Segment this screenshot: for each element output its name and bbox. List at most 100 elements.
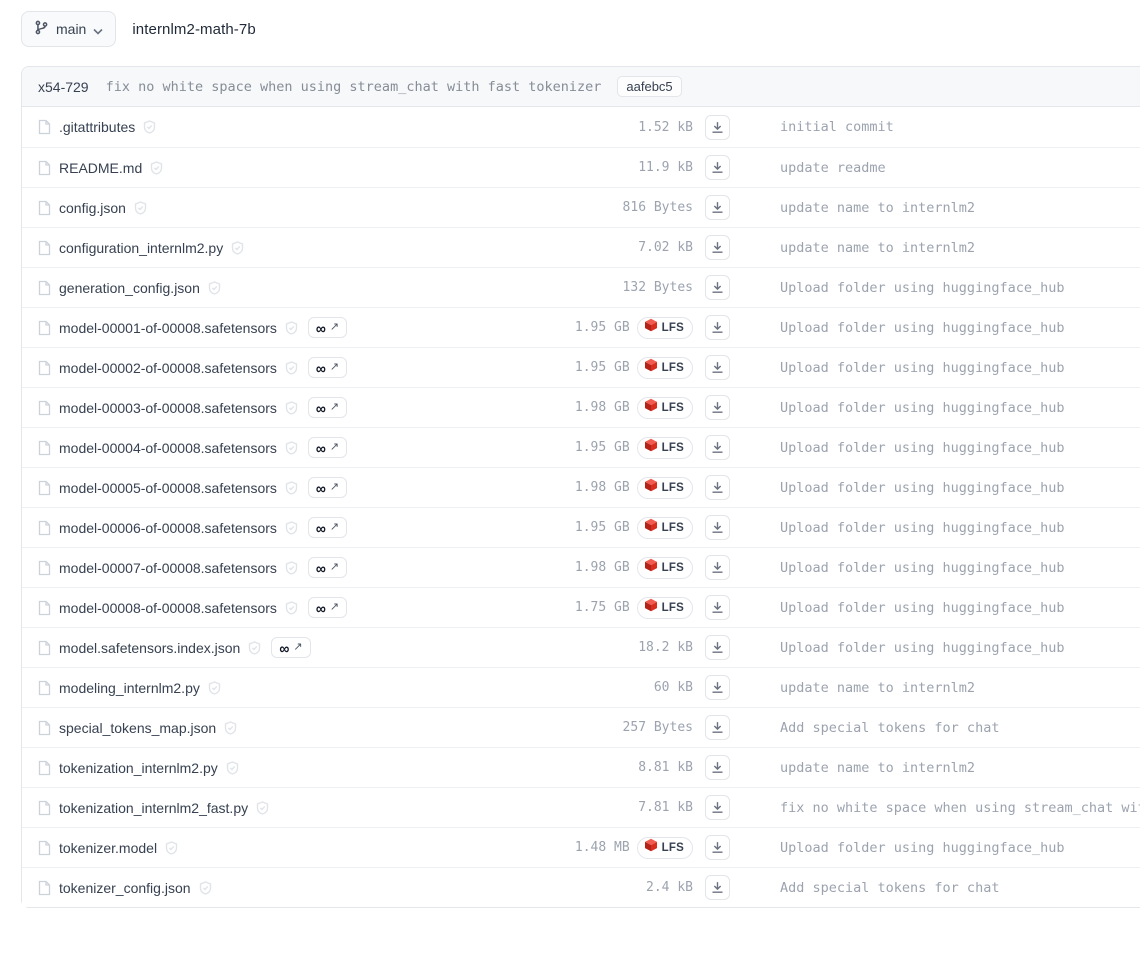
download-button[interactable] xyxy=(705,795,730,820)
shield-check-icon[interactable] xyxy=(226,761,239,775)
shield-check-icon[interactable] xyxy=(285,481,298,495)
download-button[interactable] xyxy=(705,195,730,220)
shield-check-icon[interactable] xyxy=(285,321,298,335)
download-button[interactable] xyxy=(705,635,730,660)
commit-hash-badge[interactable]: aafebc5 xyxy=(617,76,681,97)
shield-check-icon[interactable] xyxy=(285,361,298,375)
commit-message-link[interactable]: Upload folder using huggingface_hub xyxy=(780,560,1064,576)
shield-check-icon[interactable] xyxy=(285,401,298,415)
shield-check-icon[interactable] xyxy=(208,281,221,295)
download-button[interactable] xyxy=(705,875,730,900)
download-button[interactable] xyxy=(705,835,730,860)
download-button[interactable] xyxy=(705,595,730,620)
safetensors-badge[interactable]: ∞ ↗ xyxy=(308,437,347,458)
file-name-link[interactable]: special_tokens_map.json xyxy=(59,720,216,736)
safetensors-badge[interactable]: ∞ ↗ xyxy=(308,317,347,338)
commit-message-link[interactable]: Upload folder using huggingface_hub xyxy=(780,320,1064,336)
file-name-link[interactable]: model-00002-of-00008.safetensors xyxy=(59,360,277,376)
shield-check-icon[interactable] xyxy=(143,120,156,134)
commit-message-link[interactable]: Upload folder using huggingface_hub xyxy=(780,440,1064,456)
file-name-link[interactable]: model-00003-of-00008.safetensors xyxy=(59,400,277,416)
commit-message-link[interactable]: update name to internlm2 xyxy=(780,240,975,256)
commit-message-link[interactable]: fix no white space when using stream_cha… xyxy=(780,800,1140,816)
file-name-link[interactable]: model-00007-of-00008.safetensors xyxy=(59,560,277,576)
safetensors-badge[interactable]: ∞ ↗ xyxy=(271,637,310,658)
shield-check-icon[interactable] xyxy=(256,801,269,815)
last-commit-message-link[interactable]: fix no white space when using stream_cha… xyxy=(106,79,602,95)
safetensors-badge[interactable]: ∞ ↗ xyxy=(308,517,347,538)
shield-check-icon[interactable] xyxy=(285,561,298,575)
shield-check-icon[interactable] xyxy=(134,201,147,215)
shield-check-icon[interactable] xyxy=(285,601,298,615)
file-name-link[interactable]: tokenization_internlm2.py xyxy=(59,760,218,776)
shield-check-icon[interactable] xyxy=(150,161,163,175)
shield-check-icon[interactable] xyxy=(199,881,212,895)
commit-message-link[interactable]: Upload folder using huggingface_hub xyxy=(780,640,1064,656)
download-button[interactable] xyxy=(705,675,730,700)
download-button[interactable] xyxy=(705,715,730,740)
file-name-link[interactable]: model-00001-of-00008.safetensors xyxy=(59,320,277,336)
file-name-link[interactable]: model-00005-of-00008.safetensors xyxy=(59,480,277,496)
commit-message-link[interactable]: Upload folder using huggingface_hub xyxy=(780,480,1064,496)
file-name-link[interactable]: tokenizer.model xyxy=(59,840,157,856)
commit-message-link[interactable]: update readme xyxy=(780,160,886,176)
shield-check-icon[interactable] xyxy=(231,241,244,255)
download-button[interactable] xyxy=(705,115,730,140)
shield-check-icon[interactable] xyxy=(224,721,237,735)
download-button[interactable] xyxy=(705,395,730,420)
file-name-link[interactable]: model.safetensors.index.json xyxy=(59,640,240,656)
safetensors-badge[interactable]: ∞ ↗ xyxy=(308,357,347,378)
safetensors-badge[interactable]: ∞ ↗ xyxy=(308,557,347,578)
file-name-link[interactable]: modeling_internlm2.py xyxy=(59,680,200,696)
file-name-link[interactable]: model-00004-of-00008.safetensors xyxy=(59,440,277,456)
lfs-badge-label: LFS xyxy=(662,602,684,614)
commit-message-link[interactable]: Upload folder using huggingface_hub xyxy=(780,840,1064,856)
file-name-link[interactable]: configuration_internlm2.py xyxy=(59,240,223,256)
safetensors-badge[interactable]: ∞ ↗ xyxy=(308,597,347,618)
file-name-link[interactable]: model-00008-of-00008.safetensors xyxy=(59,600,277,616)
file-commit-cell: update name to internlm2 xyxy=(780,199,1140,217)
file-name-link[interactable]: tokenization_internlm2_fast.py xyxy=(59,800,248,816)
file-name-link[interactable]: .gitattributes xyxy=(59,119,135,135)
download-button[interactable] xyxy=(705,515,730,540)
breadcrumb-repo-name[interactable]: internlm2-math-7b xyxy=(132,21,255,38)
commit-message-link[interactable]: Upload folder using huggingface_hub xyxy=(780,280,1064,296)
commit-message-link[interactable]: Upload folder using huggingface_hub xyxy=(780,400,1064,416)
commit-message-link[interactable]: Upload folder using huggingface_hub xyxy=(780,360,1064,376)
file-name-link[interactable]: README.md xyxy=(59,160,142,176)
lfs-cube-icon xyxy=(644,318,658,337)
commit-message-link[interactable]: update name to internlm2 xyxy=(780,680,975,696)
shield-check-icon[interactable] xyxy=(165,841,178,855)
download-button[interactable] xyxy=(705,155,730,180)
commit-message-link[interactable]: Upload folder using huggingface_hub xyxy=(780,600,1064,616)
commit-message-link[interactable]: Add special tokens for chat xyxy=(780,720,999,736)
file-name-link[interactable]: tokenizer_config.json xyxy=(59,880,191,896)
branch-selector-button[interactable]: main xyxy=(21,11,116,47)
file-name-link[interactable]: config.json xyxy=(59,200,126,216)
file-icon xyxy=(38,680,51,696)
download-button[interactable] xyxy=(705,475,730,500)
shield-check-icon[interactable] xyxy=(208,681,221,695)
commit-message-link[interactable]: update name to internlm2 xyxy=(780,760,975,776)
commit-author-link[interactable]: x54-729 xyxy=(38,79,89,95)
commit-message-link[interactable]: update name to internlm2 xyxy=(780,200,975,216)
shield-check-icon[interactable] xyxy=(248,641,261,655)
safetensors-badge[interactable]: ∞ ↗ xyxy=(308,397,347,418)
download-button[interactable] xyxy=(705,435,730,460)
download-button[interactable] xyxy=(705,355,730,380)
commit-message-link[interactable]: initial commit xyxy=(780,119,894,135)
shield-check-icon[interactable] xyxy=(285,441,298,455)
commit-message-link[interactable]: Add special tokens for chat xyxy=(780,880,999,896)
file-name-link[interactable]: generation_config.json xyxy=(59,280,200,296)
download-button[interactable] xyxy=(705,275,730,300)
file-name-link[interactable]: model-00006-of-00008.safetensors xyxy=(59,520,277,536)
file-size: 18.2 kB xyxy=(638,640,693,655)
lfs-badge: LFS xyxy=(637,437,693,459)
download-button[interactable] xyxy=(705,755,730,780)
commit-message-link[interactable]: Upload folder using huggingface_hub xyxy=(780,520,1064,536)
safetensors-badge[interactable]: ∞ ↗ xyxy=(308,477,347,498)
download-button[interactable] xyxy=(705,555,730,580)
download-button[interactable] xyxy=(705,235,730,260)
shield-check-icon[interactable] xyxy=(285,521,298,535)
download-button[interactable] xyxy=(705,315,730,340)
